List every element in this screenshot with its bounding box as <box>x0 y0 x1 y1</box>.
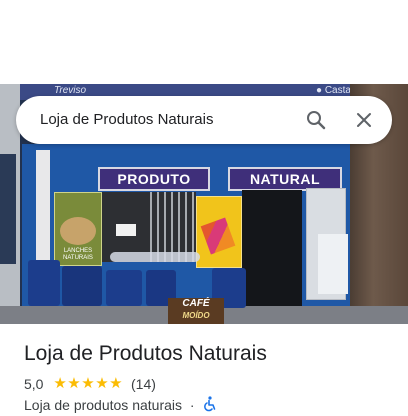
search-input[interactable]: Loja de Produtos Naturais <box>40 96 213 144</box>
side-sign <box>0 154 16 264</box>
wheelchair-accessible-icon <box>204 396 216 412</box>
cafe-board-top-text: CAFÉ <box>182 298 210 309</box>
category-separator: · <box>189 397 195 413</box>
food-image <box>60 217 96 245</box>
rating-value: 5,0 <box>24 376 44 392</box>
food-poster: LANCHES NATURAIS <box>54 192 102 266</box>
search-bar[interactable]: Loja de Produtos Naturais <box>16 96 392 144</box>
cafe-board-bottom-text: MOÍDO <box>182 311 210 320</box>
food-poster-text: LANCHES NATURAIS <box>63 248 93 261</box>
display-counter <box>318 234 348 294</box>
close-icon[interactable] <box>352 108 376 132</box>
window-tag <box>116 224 136 236</box>
category-row: Loja de produtos naturais · <box>24 396 216 414</box>
product-poster <box>196 196 242 268</box>
place-title: Loja de Produtos Naturais <box>24 342 267 365</box>
shop-doorway <box>242 190 302 320</box>
star-rating-icon: ★★★★★ <box>53 375 124 392</box>
plastic-table <box>110 252 200 262</box>
sign-produto: PRODUTO <box>98 167 210 191</box>
place-category: Loja de produtos naturais <box>24 397 182 413</box>
map-blank-area <box>0 0 408 84</box>
plastic-chair <box>106 270 142 306</box>
product-image <box>200 217 236 255</box>
plastic-chair <box>62 266 102 306</box>
review-count[interactable]: (14) <box>131 375 156 393</box>
cafe-sign-board: CAFÉ MOÍDO <box>168 298 224 324</box>
banner-brand-text: Treviso <box>54 85 87 96</box>
rating-row[interactable]: 5,0 ★★★★★ (14) <box>24 375 156 393</box>
plastic-chair <box>28 260 60 306</box>
search-icon[interactable] <box>304 108 328 132</box>
